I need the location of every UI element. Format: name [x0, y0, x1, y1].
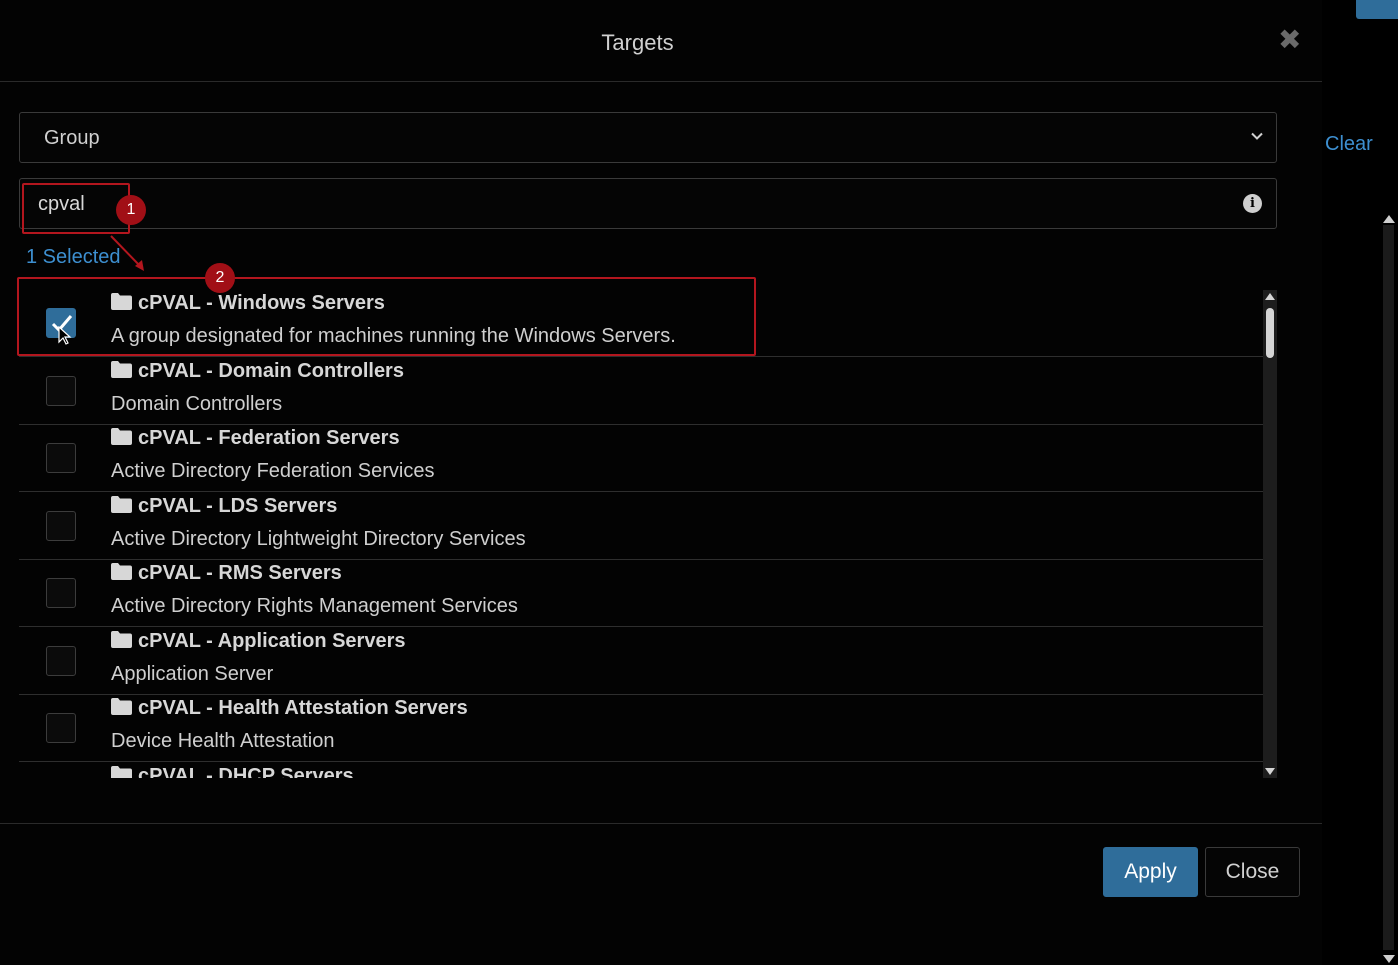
chevron-down-icon — [1251, 132, 1263, 140]
apply-button[interactable]: Apply — [1103, 847, 1198, 897]
modal-title: Targets — [601, 30, 674, 55]
search-input[interactable]: cpval i — [19, 178, 1277, 229]
footer-divider — [0, 823, 1322, 824]
page-scrollbar-track[interactable] — [1383, 225, 1394, 950]
item-title: cPVAL - Health Attestation Servers — [111, 697, 468, 720]
item-checkbox[interactable] — [46, 443, 76, 473]
item-title: cPVAL - RMS Servers — [111, 562, 342, 585]
item-title-text: cPVAL - Application Servers — [138, 629, 406, 652]
annotation-box-first-item — [17, 277, 756, 356]
annotation-badge-2: 2 — [205, 263, 235, 293]
folder-icon — [111, 428, 132, 445]
annotation-box-search — [22, 183, 130, 234]
item-title: cPVAL - DHCP Servers — [111, 764, 354, 779]
item-title-text: cPVAL - DHCP Servers — [138, 764, 354, 779]
item-description: Active Directory Lightweight Directory S… — [111, 527, 526, 550]
list-scroll-up-icon[interactable] — [1265, 293, 1275, 300]
page-scroll-down-icon[interactable] — [1383, 955, 1395, 963]
list-item[interactable]: cPVAL - RMS Servers Active Directory Righ… — [19, 560, 1263, 627]
clear-link[interactable]: Clear — [1325, 133, 1373, 156]
page-scroll-up-icon[interactable] — [1383, 215, 1395, 223]
item-description: Active Directory Rights Management Servi… — [111, 595, 518, 617]
target-type-value: Group — [44, 127, 100, 149]
list-scrollbar[interactable] — [1263, 290, 1277, 778]
mouse-cursor-icon — [58, 326, 72, 345]
list-item[interactable]: cPVAL - Health Attestation Servers Device… — [19, 695, 1263, 762]
selected-count-link[interactable]: 1 Selected — [26, 246, 121, 269]
target-list: cPVAL - Windows Servers A group designate… — [19, 290, 1263, 778]
item-title-text: cPVAL - RMS Servers — [138, 562, 342, 584]
item-description: Active Directory Federation Services — [111, 460, 435, 482]
folder-icon — [111, 698, 132, 715]
item-description: Application Server — [111, 662, 274, 685]
item-checkbox[interactable] — [46, 375, 76, 406]
list-item[interactable]: cPVAL - Domain Controllers Domain Control… — [19, 358, 1263, 425]
folder-icon — [111, 360, 132, 378]
item-checkbox[interactable] — [46, 713, 76, 743]
item-title-text: cPVAL - Federation Servers — [138, 427, 400, 449]
close-icon[interactable]: ✖ — [1278, 26, 1301, 54]
item-checkbox[interactable] — [46, 510, 76, 541]
item-description: Device Health Attestation — [111, 730, 335, 752]
folder-icon — [111, 495, 132, 513]
background-button[interactable] — [1356, 0, 1398, 19]
item-title: cPVAL - LDS Servers — [111, 495, 337, 518]
item-title: cPVAL - Federation Servers — [111, 427, 400, 450]
close-button[interactable]: Close — [1205, 847, 1300, 897]
list-scroll-down-icon[interactable] — [1265, 768, 1275, 775]
item-title-text: cPVAL - Health Attestation Servers — [138, 697, 468, 719]
item-checkbox[interactable] — [46, 578, 76, 608]
item-checkbox[interactable] — [46, 645, 76, 676]
folder-icon — [111, 563, 132, 580]
item-title: cPVAL - Application Servers — [111, 630, 406, 653]
modal-header: Targets ✖ — [0, 0, 1322, 82]
list-scrollbar-thumb[interactable] — [1266, 308, 1274, 358]
folder-icon — [111, 630, 132, 648]
list-item[interactable]: cPVAL - Application Servers Application S… — [19, 628, 1263, 695]
item-description: Domain Controllers — [111, 392, 283, 415]
page-scrollbar[interactable] — [1380, 213, 1398, 965]
targets-modal: Targets ✖ Group cpval i 1 Selected cPVAL… — [0, 0, 1322, 965]
item-title-text: cPVAL - Domain Controllers — [138, 359, 404, 382]
list-item[interactable]: cPVAL - LDS Servers Active Directory Ligh… — [19, 493, 1263, 560]
info-icon[interactable]: i — [1243, 194, 1262, 213]
folder-icon — [111, 765, 132, 778]
annotation-arrow — [110, 235, 144, 271]
list-item[interactable]: cPVAL - DHCP Servers — [19, 763, 1263, 779]
item-title-text: cPVAL - LDS Servers — [138, 494, 338, 517]
annotation-badge-1: 1 — [116, 195, 146, 225]
target-type-select[interactable]: Group — [19, 112, 1277, 163]
page: ⟨·⟩ Clear Targets ✖ Group cpval i 1 Sele… — [0, 0, 1398, 965]
item-title: cPVAL - Domain Controllers — [111, 360, 404, 383]
list-item[interactable]: cPVAL - Federation Servers Active Directo… — [19, 425, 1263, 492]
